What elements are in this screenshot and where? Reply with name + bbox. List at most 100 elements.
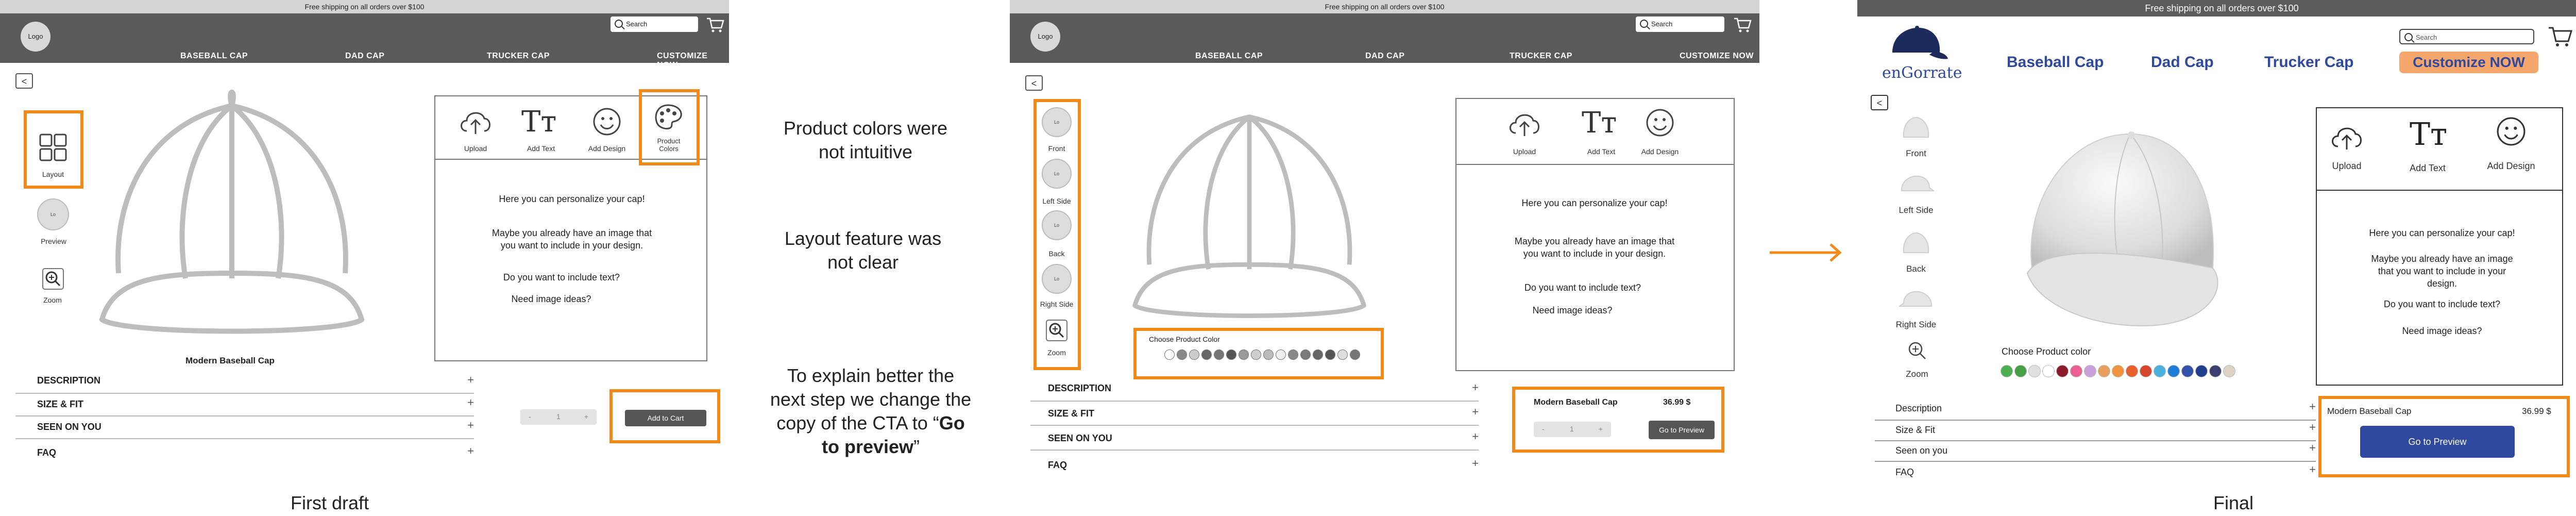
color-swatch[interactable] [2084, 365, 2096, 377]
brand-name[interactable]: enGorrate [1882, 64, 1962, 82]
accordion-seen-on-you[interactable]: SEEN ON YOU + [1030, 428, 1479, 451]
back-button[interactable]: < [1025, 75, 1043, 91]
color-swatch[interactable] [2167, 365, 2180, 377]
color-swatch[interactable] [1164, 349, 1175, 360]
accordion-size-fit[interactable]: Size & Fit + [1875, 419, 2316, 441]
accordion-size-fit[interactable]: SIZE & FIT + [1030, 403, 1479, 426]
nav-baseball-cap[interactable]: BASEBALL CAP [1195, 52, 1263, 61]
color-swatch[interactable] [2014, 365, 2027, 377]
add-to-cart-button[interactable]: Add to Cart [625, 410, 706, 426]
color-swatch[interactable] [2223, 365, 2235, 377]
upload-icon[interactable] [2329, 122, 2365, 153]
nav-dad-cap[interactable]: Dad Cap [2151, 54, 2214, 71]
color-swatch[interactable] [1177, 349, 1187, 360]
color-swatch[interactable] [2056, 365, 2069, 377]
nav-baseball-cap[interactable]: BASEBALL CAP [180, 52, 248, 61]
view-front-thumb[interactable] [1901, 114, 1931, 140]
accordion-seen-on-you[interactable]: Seen on you + [1875, 439, 2316, 462]
back-button[interactable]: < [15, 73, 33, 89]
color-swatch[interactable] [1337, 349, 1348, 360]
accordion-faq[interactable]: FAQ + [1875, 461, 2316, 484]
nav-customize-now[interactable]: CUSTOMIZE NOW [657, 52, 729, 70]
search-input[interactable]: Search [611, 16, 698, 32]
cap-outline [99, 89, 364, 334]
nav-trucker-cap[interactable]: TRUCKER CAP [487, 52, 550, 61]
view-back-thumb[interactable]: Lo [1042, 210, 1072, 240]
view-back-thumb[interactable] [1901, 230, 1931, 256]
view-right-thumb[interactable] [1899, 289, 1935, 309]
accordion-faq[interactable]: FAQ + [1030, 455, 1479, 477]
accordion-size-fit[interactable]: SIZE & FIT + [15, 394, 474, 417]
add-design-label: Add Design [1641, 147, 1679, 156]
back-button[interactable]: < [1871, 95, 1888, 110]
go-to-preview-button[interactable]: Go to Preview [1649, 421, 1715, 439]
view-right-thumb[interactable]: Lo [1042, 264, 1072, 294]
quantity-stepper[interactable]: -1 + [1534, 422, 1611, 437]
color-swatch[interactable] [1189, 349, 1199, 360]
nav-dad-cap[interactable]: DAD CAP [1365, 52, 1404, 61]
color-swatch[interactable] [2140, 365, 2152, 377]
accordion-seen-on-you[interactable]: SEEN ON YOU + [15, 417, 474, 439]
color-swatch[interactable] [2209, 365, 2222, 377]
view-front-thumb[interactable]: Lo [1042, 107, 1072, 137]
color-swatch[interactable] [2098, 365, 2110, 377]
cart-icon[interactable] [1733, 16, 1752, 33]
palette-icon[interactable] [653, 103, 684, 132]
quantity-stepper[interactable]: -1 + [520, 409, 597, 425]
preview-thumb[interactable]: Lo [37, 198, 69, 230]
color-swatch[interactable] [1276, 349, 1286, 360]
upload-icon[interactable] [457, 106, 494, 137]
zoom-icon[interactable] [42, 268, 64, 290]
accordion-description[interactable]: Description + [1875, 398, 2316, 421]
search-input[interactable]: Search [2399, 29, 2534, 44]
color-swatch[interactable] [2001, 365, 2013, 377]
logo[interactable]: Logo [1030, 22, 1060, 52]
nav-dad-cap[interactable]: DAD CAP [345, 52, 384, 61]
color-swatch[interactable] [2154, 365, 2166, 377]
accordion-faq[interactable]: FAQ + [15, 442, 474, 465]
panel-intro: Here you can personalize your cap! [1521, 198, 1668, 208]
color-swatch[interactable] [2042, 365, 2055, 377]
color-swatch[interactable] [2195, 365, 2208, 377]
go-to-preview-button[interactable]: Go to Preview [2360, 426, 2515, 458]
design-icon[interactable] [592, 107, 621, 136]
layout-icon[interactable] [39, 133, 67, 162]
color-swatch[interactable] [1201, 349, 1212, 360]
color-swatch[interactable] [1214, 349, 1224, 360]
cart-icon[interactable] [2548, 26, 2572, 47]
text-tool-icon[interactable]: Tт [2410, 116, 2447, 153]
color-swatch[interactable] [2181, 365, 2194, 377]
zoom-icon[interactable] [1046, 320, 1067, 341]
color-swatch[interactable] [1239, 349, 1249, 360]
nav-trucker-cap[interactable]: TRUCKER CAP [1510, 52, 1572, 61]
color-swatch[interactable] [1226, 349, 1236, 360]
nav-baseball-cap[interactable]: Baseball Cap [2007, 54, 2104, 71]
cart-icon[interactable] [706, 16, 724, 33]
view-left-thumb[interactable] [1899, 173, 1935, 194]
color-swatch[interactable] [1325, 349, 1335, 360]
text-tool-icon[interactable]: Tт [521, 105, 556, 139]
accordion-description[interactable]: DESCRIPTION + [15, 371, 474, 394]
color-swatch[interactable] [1350, 349, 1360, 360]
design-icon[interactable] [2496, 116, 2526, 146]
design-icon[interactable] [1646, 108, 1674, 137]
color-swatch[interactable] [1300, 349, 1311, 360]
color-swatch[interactable] [2112, 365, 2124, 377]
accordion-description[interactable]: DESCRIPTION + [1030, 379, 1479, 402]
color-swatch[interactable] [1288, 349, 1298, 360]
color-swatch[interactable] [1263, 349, 1274, 360]
upload-icon[interactable] [1506, 108, 1543, 139]
nav-trucker-cap[interactable]: Trucker Cap [2264, 54, 2353, 71]
color-swatch[interactable] [2028, 365, 2041, 377]
color-swatch[interactable] [2070, 365, 2082, 377]
zoom-icon[interactable] [1908, 341, 1926, 360]
color-swatch[interactable] [2126, 365, 2138, 377]
color-swatch[interactable] [1313, 349, 1323, 360]
text-tool-icon[interactable]: Tт [1582, 106, 1617, 140]
nav-customize-now[interactable]: CUSTOMIZE NOW [1680, 52, 1754, 61]
view-left-thumb[interactable]: Lo [1042, 159, 1072, 189]
arrow-right-icon [1770, 243, 1842, 262]
color-swatch[interactable] [1251, 349, 1261, 360]
search-input[interactable]: Search [1636, 16, 1724, 32]
logo[interactable]: Logo [21, 22, 50, 52]
